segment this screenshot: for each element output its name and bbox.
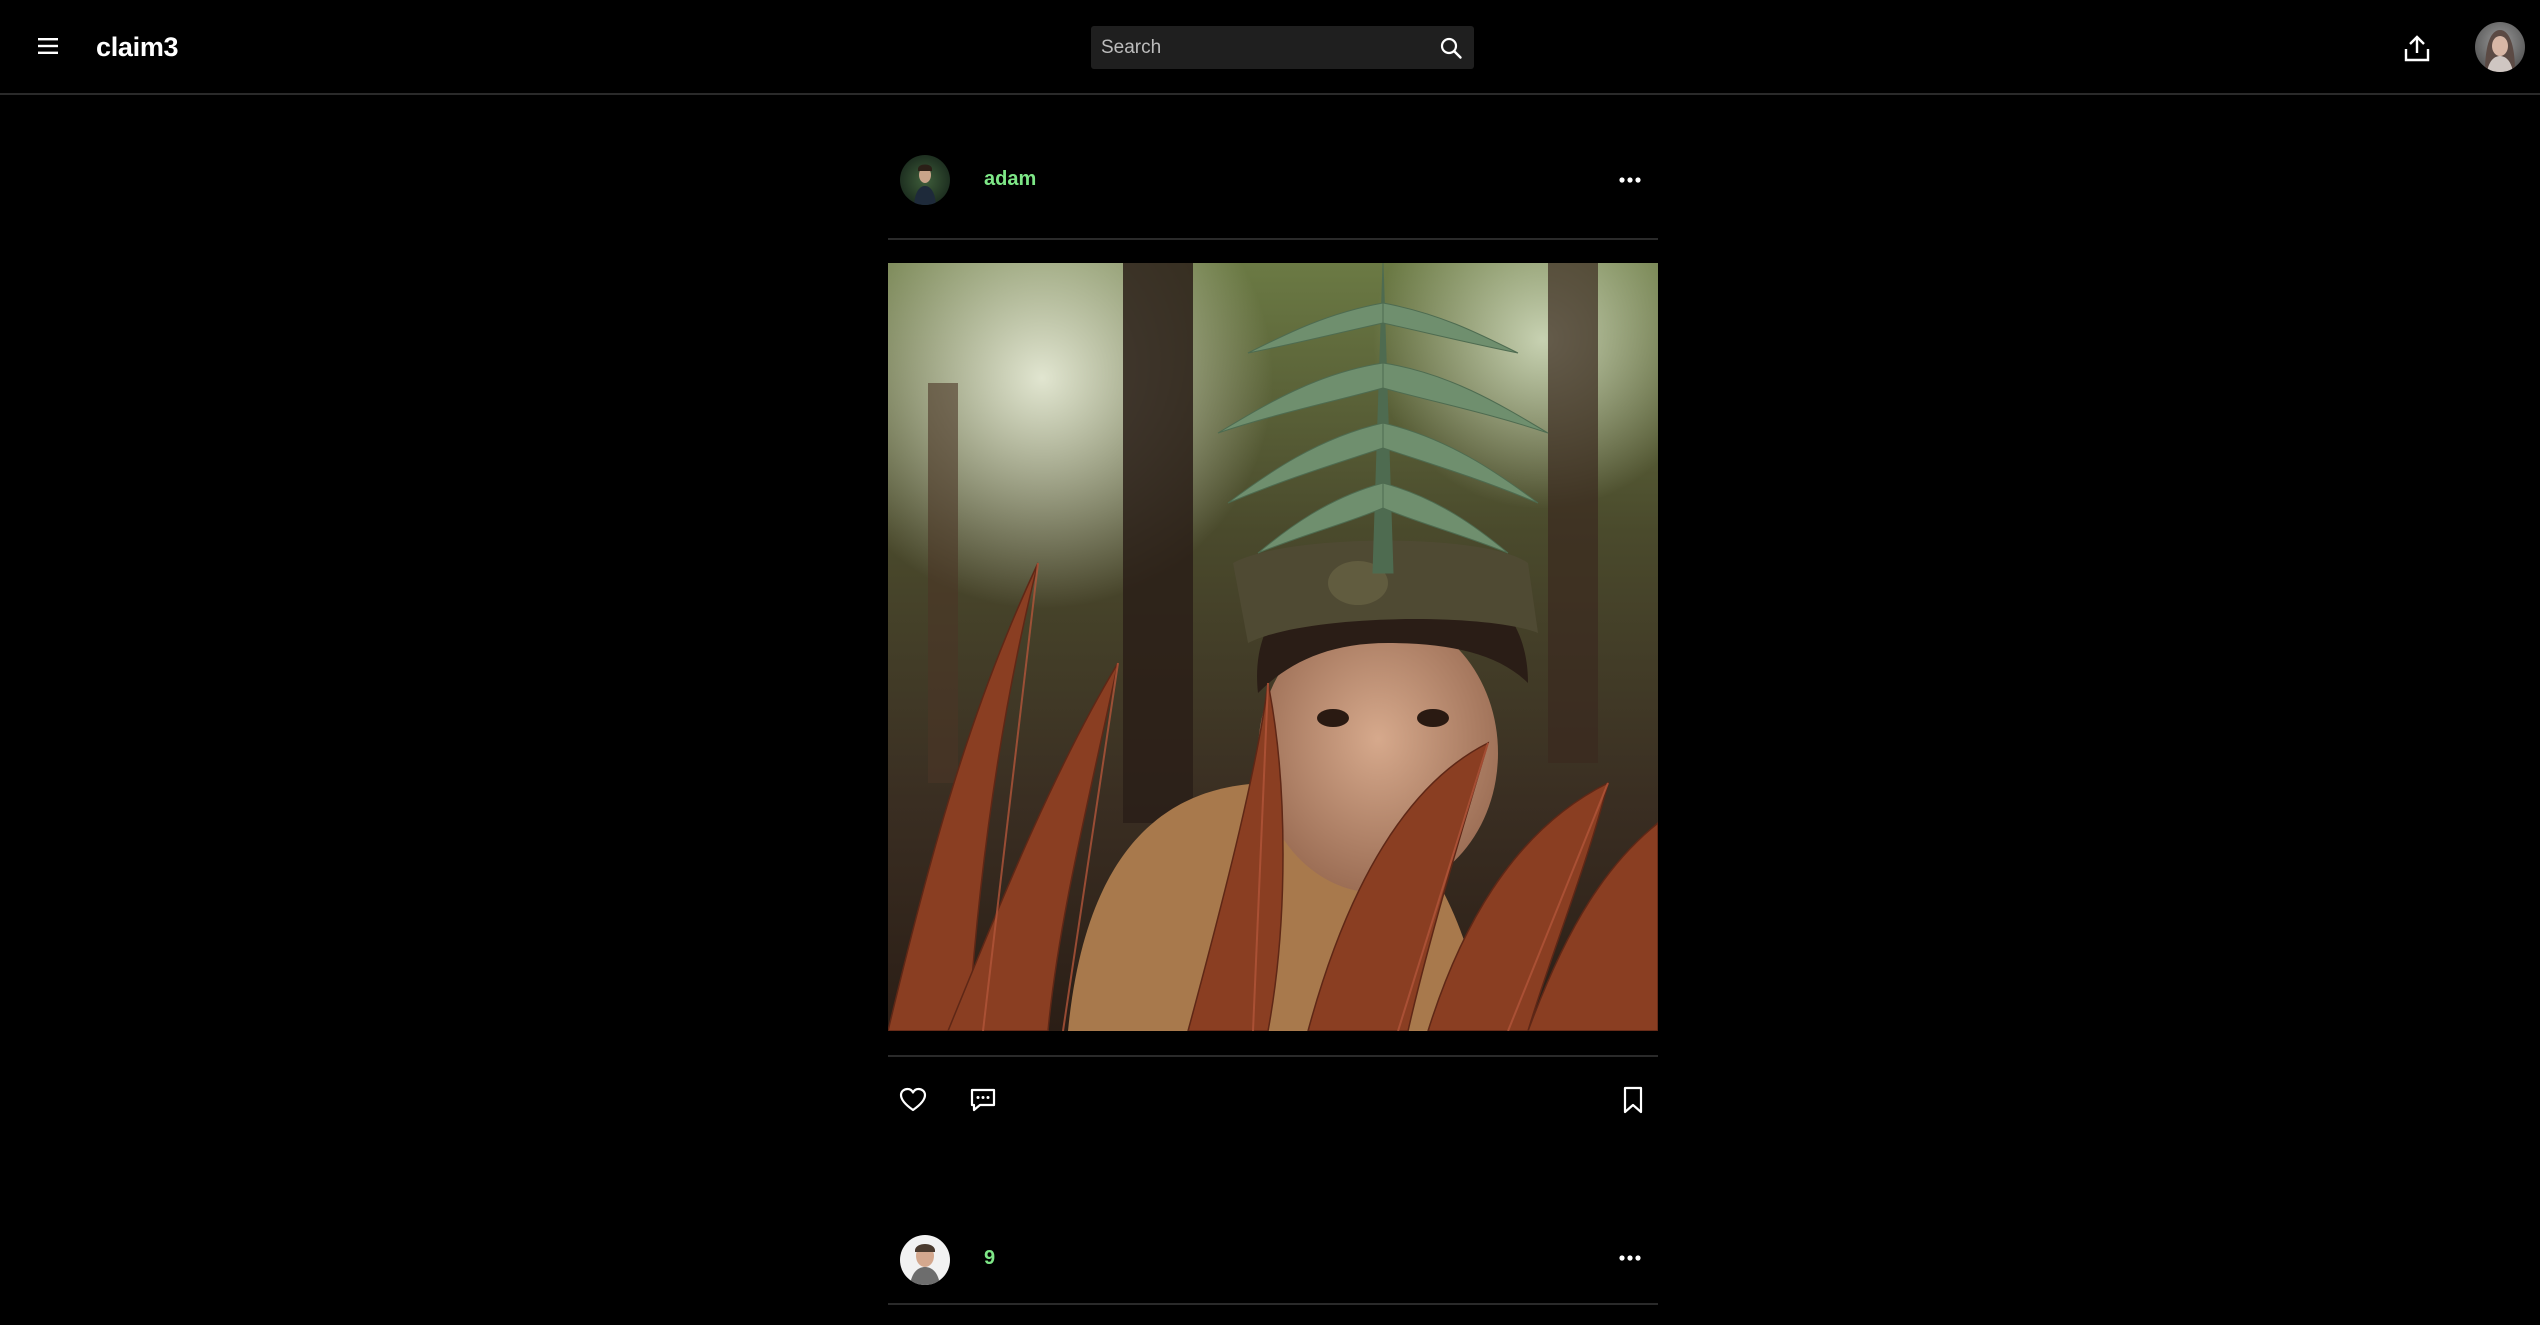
search-input[interactable]: [1091, 26, 1428, 69]
avatar-image: [900, 1235, 950, 1285]
comment-button[interactable]: [966, 1083, 1000, 1117]
post-author-name[interactable]: 9: [984, 1246, 995, 1270]
post-image[interactable]: [888, 263, 1658, 1031]
more-horizontal-icon: [1619, 1255, 1641, 1261]
bookmark-icon: [1623, 1086, 1643, 1114]
post-options-button[interactable]: [1610, 165, 1650, 195]
post-actions: [888, 1055, 1658, 1135]
post-author-avatar[interactable]: [900, 1235, 950, 1285]
post-header: adam: [888, 95, 1658, 240]
avatar-image: [900, 155, 950, 205]
search-icon: [1440, 37, 1462, 59]
search-button[interactable]: [1428, 26, 1474, 69]
top-bar: claim3: [0, 0, 2540, 95]
search-bar: [1091, 26, 1474, 69]
post-card: 9: [888, 1135, 1658, 1305]
upload-icon: [2404, 35, 2430, 62]
post-options-button[interactable]: [1610, 1243, 1650, 1273]
feed: adam 9: [888, 95, 1658, 1305]
user-avatar-image: [2475, 22, 2525, 72]
brand-logo[interactable]: claim3: [96, 28, 179, 66]
menu-button[interactable]: [30, 28, 66, 64]
like-button[interactable]: [896, 1083, 930, 1117]
post-author-name[interactable]: adam: [984, 167, 1036, 191]
post-photo: [888, 263, 1658, 1031]
more-horizontal-icon: [1619, 177, 1641, 183]
user-avatar[interactable]: [2475, 22, 2525, 72]
post-author-avatar[interactable]: [900, 155, 950, 205]
upload-button[interactable]: [2398, 28, 2436, 68]
heart-icon: [899, 1087, 927, 1112]
bookmark-button[interactable]: [1616, 1083, 1650, 1117]
post-header: 9: [888, 1135, 1658, 1305]
post-card: adam: [888, 95, 1658, 1135]
comment-icon: [970, 1088, 996, 1112]
hamburger-icon: [38, 38, 58, 54]
